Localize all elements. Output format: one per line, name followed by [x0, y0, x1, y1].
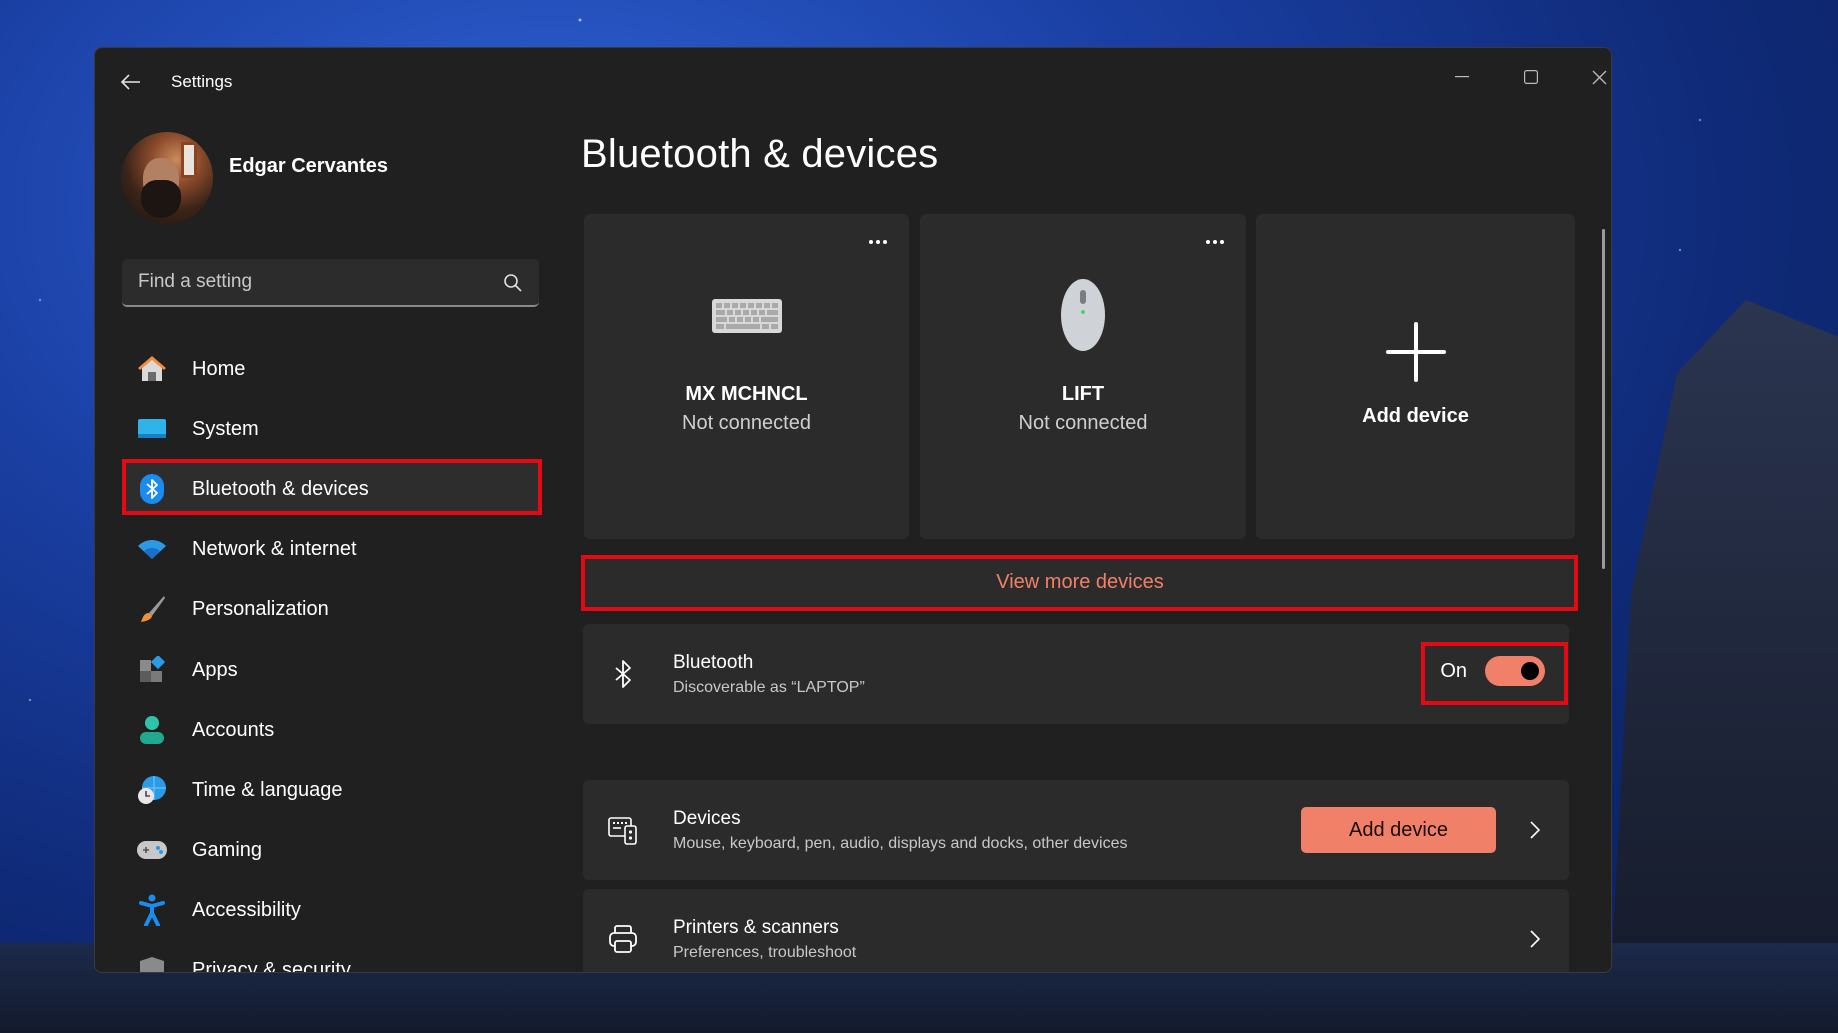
more-icon-dot	[1220, 240, 1224, 244]
sidebar-item-home[interactable]: Home	[122, 343, 542, 395]
sidebar-item-label: Privacy & security	[192, 958, 351, 973]
avatar[interactable]	[121, 132, 213, 224]
view-more-devices-button[interactable]: View more devices	[583, 557, 1577, 608]
brush-icon	[136, 593, 168, 625]
sidebar-item-label: Apps	[192, 658, 238, 681]
page-title: Bluetooth & devices	[581, 132, 939, 176]
app-title: Settings	[171, 72, 233, 91]
sidebar-item-gaming[interactable]: Gaming	[122, 824, 542, 876]
device-card-mouse[interactable]: LIFT Not connected	[920, 214, 1246, 539]
avatar-photo-beard	[141, 180, 181, 218]
mouse-icon	[1061, 279, 1105, 351]
more-icon-dot	[1213, 240, 1217, 244]
plus-icon	[1385, 322, 1446, 382]
sidebar-item-time-language[interactable]: Time & language	[122, 764, 542, 816]
accounts-icon	[136, 714, 168, 746]
more-icon-dot	[869, 240, 873, 244]
search-input[interactable]	[122, 259, 539, 305]
device-name: LIFT	[1061, 383, 1105, 405]
more-icon-dot	[876, 240, 880, 244]
sidebar-item-bluetooth-devices[interactable]: Bluetooth & devices	[122, 463, 542, 515]
close-icon	[1592, 70, 1606, 84]
privacy-shield-icon	[136, 954, 168, 972]
sidebar-item-label: System	[192, 417, 259, 440]
more-icon-dot	[883, 240, 887, 244]
wifi-icon	[136, 533, 168, 565]
device-name: MX MCHNCL	[685, 383, 808, 405]
device-card-keyboard[interactable]: MX MCHNCL Not connected	[584, 214, 909, 539]
bluetooth-icon	[607, 658, 639, 690]
toggle-knob	[1521, 662, 1539, 680]
search-box[interactable]	[122, 259, 539, 307]
close-button[interactable]	[1576, 62, 1611, 92]
home-icon	[136, 353, 168, 385]
bluetooth-icon	[136, 473, 168, 505]
printer-icon	[607, 923, 639, 955]
sidebar-item-label: Network & internet	[192, 537, 357, 560]
apps-icon	[136, 654, 168, 686]
sidebar-item-label: Accounts	[192, 718, 275, 741]
maximize-button[interactable]	[1508, 62, 1554, 92]
devices-row[interactable]: Devices Mouse, keyboard, pen, audio, dis…	[583, 780, 1569, 880]
add-device-button[interactable]: Add device	[1301, 807, 1496, 853]
back-button[interactable]	[117, 68, 145, 96]
sidebar-item-accounts[interactable]: Accounts	[122, 704, 542, 756]
bluetooth-title: Bluetooth	[673, 652, 754, 673]
bluetooth-toggle-label: On	[1440, 659, 1467, 682]
back-arrow-icon	[121, 74, 140, 90]
printers-title: Printers & scanners	[673, 917, 839, 938]
printers-subtitle: Preferences, troubleshoot	[673, 944, 857, 961]
accessibility-icon	[136, 894, 168, 926]
sidebar-item-apps[interactable]: Apps	[122, 644, 542, 696]
sidebar-item-label: Time & language	[192, 778, 343, 801]
printers-scanners-row[interactable]: Printers & scanners Preferences, trouble…	[583, 889, 1569, 972]
sidebar-item-label: Accessibility	[192, 898, 301, 921]
devices-subtitle: Mouse, keyboard, pen, audio, displays an…	[673, 835, 1128, 852]
sidebar-item-system[interactable]: System	[122, 403, 542, 455]
chevron-right-icon[interactable]	[1525, 929, 1545, 949]
bluetooth-toggle[interactable]	[1485, 656, 1545, 686]
devices-title: Devices	[673, 808, 741, 829]
system-icon	[136, 413, 168, 445]
bluetooth-row: Bluetooth Discoverable as “LAPTOP” On	[583, 624, 1569, 724]
sidebar-item-label: Personalization	[192, 597, 329, 620]
keyboard-icon	[711, 299, 782, 333]
settings-window: Settings Edgar Cervantes Home	[94, 47, 1612, 973]
more-options-button[interactable]	[1200, 232, 1230, 252]
bluetooth-toggle-group: On	[1440, 656, 1545, 686]
devices-icon	[607, 814, 639, 846]
search-icon[interactable]	[503, 273, 523, 293]
scrollbar[interactable]	[1602, 229, 1605, 569]
sidebar-item-label: Home	[192, 357, 246, 380]
more-options-button[interactable]	[863, 232, 893, 252]
minimize-button[interactable]	[1439, 62, 1485, 92]
more-icon-dot	[1206, 240, 1210, 244]
avatar-photo-detail	[181, 142, 197, 178]
title-bar: Settings	[95, 48, 1611, 114]
sidebar-item-personalization[interactable]: Personalization	[122, 583, 542, 635]
add-device-label: Add device	[1362, 405, 1469, 427]
user-name: Edgar Cervantes	[229, 155, 388, 177]
time-language-icon	[136, 774, 168, 806]
maximize-icon	[1524, 70, 1538, 84]
device-status: Not connected	[1018, 412, 1148, 434]
sidebar-item-label: Bluetooth & devices	[192, 477, 369, 500]
add-device-card[interactable]: Add device	[1256, 214, 1575, 539]
device-status: Not connected	[682, 412, 811, 434]
sidebar-item-accessibility[interactable]: Accessibility	[122, 884, 542, 936]
wallpaper-rock	[1608, 300, 1838, 1033]
sidebar-item-label: Gaming	[192, 838, 263, 861]
sidebar-item-network-internet[interactable]: Network & internet	[122, 523, 542, 575]
bluetooth-subtitle: Discoverable as “LAPTOP”	[673, 679, 865, 696]
gaming-icon	[136, 834, 168, 866]
minimize-icon	[1455, 76, 1469, 78]
sidebar-item-privacy-security[interactable]: Privacy & security	[122, 944, 542, 973]
chevron-right-icon[interactable]	[1525, 820, 1545, 840]
